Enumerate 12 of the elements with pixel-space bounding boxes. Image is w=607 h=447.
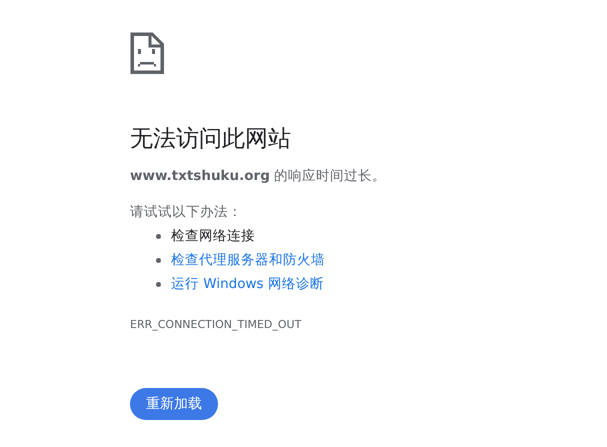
suggestion-link[interactable]: 运行 Windows 网络诊断 bbox=[171, 275, 324, 293]
bullet-icon bbox=[156, 234, 161, 238]
suggestions-title: 请试试以下办法： bbox=[130, 203, 243, 222]
bullet-icon bbox=[156, 258, 161, 262]
error-page-icon bbox=[130, 32, 164, 74]
suggestion-text: 检查网络连接 bbox=[171, 227, 255, 245]
error-message: www.txtshuku.org 的响应时间过长。 bbox=[130, 167, 388, 186]
suggestion-link[interactable]: 检查代理服务器和防火墙 bbox=[171, 251, 325, 269]
error-heading: 无法访问此网站 bbox=[130, 125, 292, 154]
error-code: ERR_CONNECTION_TIMED_OUT bbox=[130, 318, 302, 332]
bullet-icon bbox=[156, 282, 161, 286]
reload-button[interactable]: 重新加载 bbox=[130, 388, 218, 420]
